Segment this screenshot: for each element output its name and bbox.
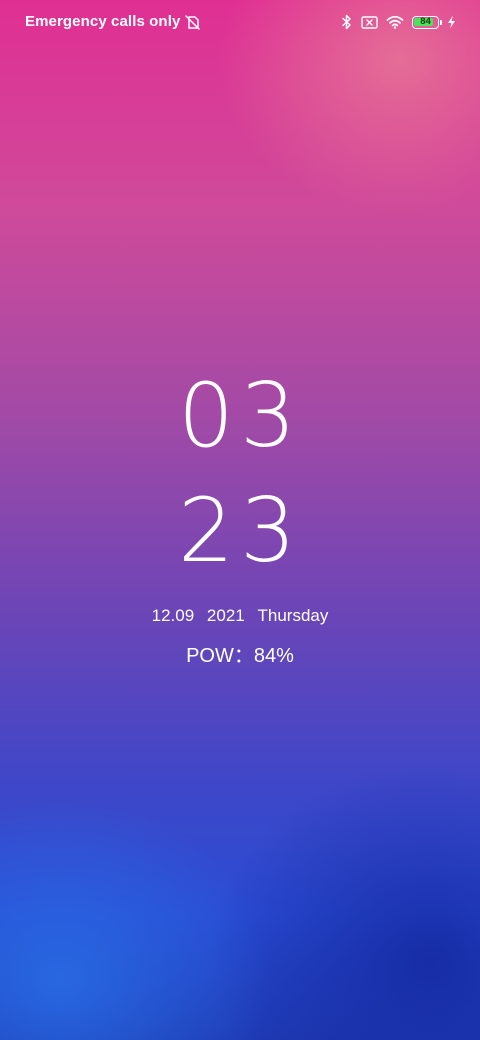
- no-sim-icon: [185, 14, 201, 30]
- battery-level: 84: [420, 16, 431, 28]
- status-bar: Emergency calls only 84: [0, 0, 480, 44]
- wifi-icon: [386, 15, 404, 29]
- power-status: POW：84%: [186, 645, 294, 667]
- clock-minutes: 23: [178, 479, 302, 582]
- lock-screen: Emergency calls only 84 03 23 12.09 2021…: [0, 0, 480, 1040]
- battery-icon: 84: [412, 15, 442, 29]
- date-weekday: Thursday: [257, 606, 329, 625]
- date-line: 12.09 2021 Thursday: [0, 606, 480, 626]
- bluetooth-icon: [342, 14, 351, 30]
- sim-x-icon: [361, 15, 378, 29]
- carrier-status: Emergency calls only: [25, 13, 201, 31]
- battery-body: 84: [412, 15, 439, 29]
- carrier-text: Emergency calls only: [25, 13, 181, 30]
- date-year: 2021: [206, 606, 245, 625]
- battery-cap: [440, 19, 442, 25]
- status-icons: 84: [333, 13, 456, 31]
- date-day-month: 12.09: [151, 606, 195, 625]
- clock-hours: 03: [178, 364, 302, 467]
- charging-bolt-icon: [448, 15, 455, 29]
